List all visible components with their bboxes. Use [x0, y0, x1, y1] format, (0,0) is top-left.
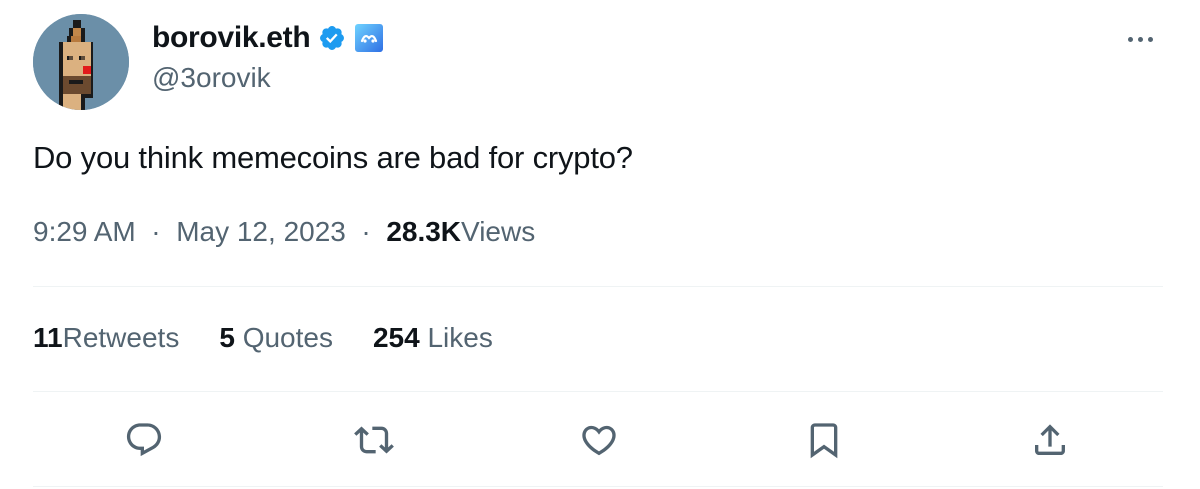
quotes-stat[interactable]: 5 Quotes [219, 322, 333, 354]
views-count: 28.3K [386, 216, 462, 247]
user-handle[interactable]: @3orovik [152, 62, 271, 94]
tweet-time[interactable]: 9:29 AM [33, 216, 136, 247]
tweet-stats: 11 Retweets 5 Quotes 254 Likes [33, 322, 493, 354]
retweets-stat[interactable]: 11 Retweets [33, 322, 179, 354]
meta-separator: · [353, 216, 379, 247]
likes-count: 254 [372, 322, 420, 353]
name-row: borovik.eth [152, 18, 384, 58]
bookmark-button[interactable] [800, 416, 848, 464]
share-icon [1035, 424, 1065, 455]
like-button[interactable] [575, 416, 623, 464]
divider [33, 391, 1163, 392]
divider [33, 486, 1163, 487]
divider [33, 286, 1163, 287]
retweet-button[interactable] [350, 416, 398, 464]
retweets-count: 11 [33, 322, 63, 353]
retweet-icon [354, 426, 394, 454]
quotes-count: 5 [219, 322, 235, 353]
quotes-label: Quotes [242, 322, 333, 353]
reply-icon [126, 423, 162, 457]
heart-icon [582, 425, 616, 456]
tweet-meta: 9:29 AM · May 12, 2023 · 28.3KViews [33, 216, 535, 248]
share-button[interactable] [1026, 416, 1074, 464]
likes-label: Likes [427, 322, 493, 353]
tweet-date[interactable]: May 12, 2023 [176, 216, 346, 247]
affiliate-badge-icon[interactable] [354, 23, 384, 53]
likes-stat[interactable]: 254 Likes [373, 322, 493, 354]
views-label: Views [461, 216, 536, 247]
more-options-icon[interactable] [1120, 24, 1160, 54]
tweet-text: Do you think memecoins are bad for crypt… [33, 140, 633, 175]
retweets-label: Retweets [62, 322, 180, 353]
meta-separator: · [143, 216, 169, 247]
bookmark-icon [810, 423, 838, 459]
verified-badge-icon[interactable] [318, 24, 346, 52]
display-name[interactable]: borovik.eth [152, 21, 311, 55]
avatar[interactable] [33, 14, 129, 110]
tweet-card: borovik.eth @3orovik Do you think memeco… [0, 0, 1200, 489]
pixel-punk-avatar-icon [33, 14, 129, 110]
reply-button[interactable] [120, 416, 168, 464]
